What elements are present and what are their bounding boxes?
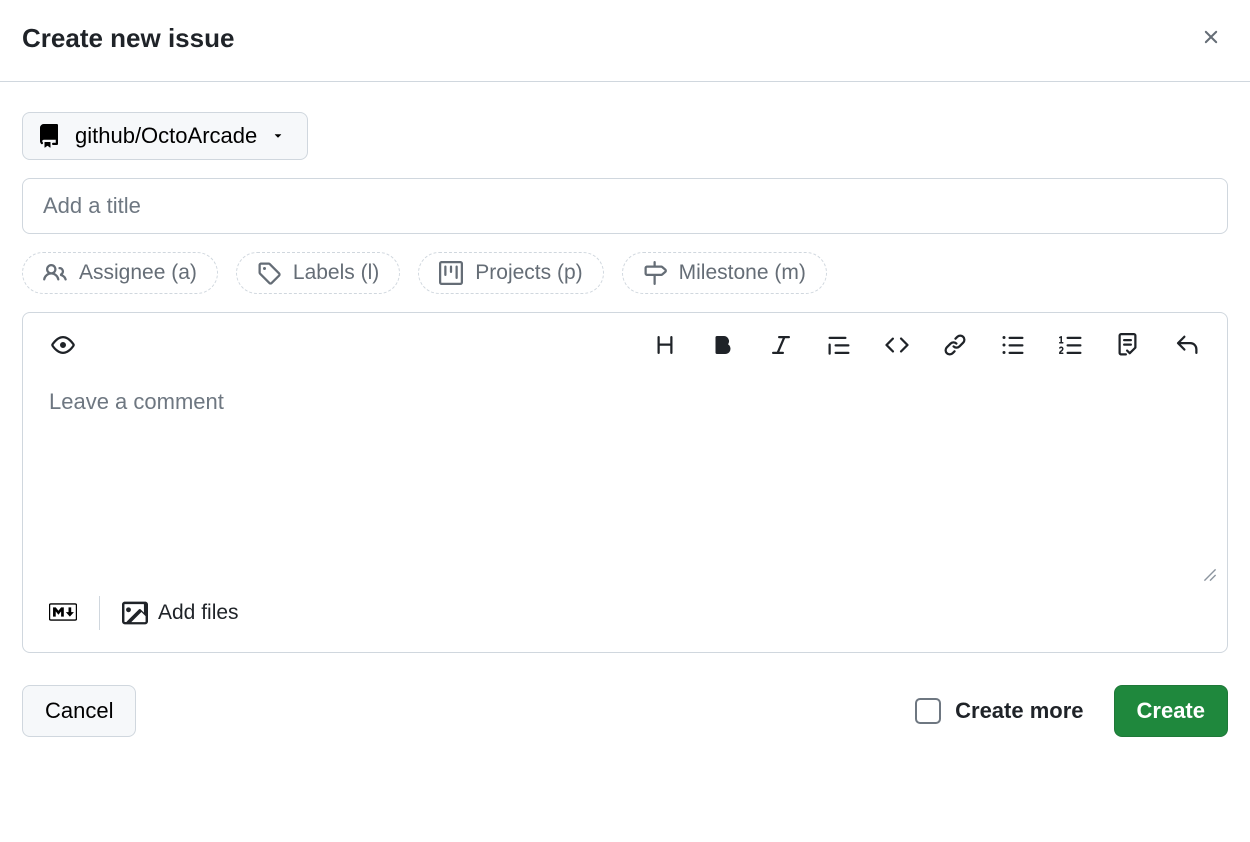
assignee-label: Assignee (a) bbox=[79, 261, 197, 285]
assignee-pill[interactable]: Assignee (a) bbox=[22, 252, 218, 294]
ordered-list-button[interactable] bbox=[1057, 331, 1085, 359]
divider bbox=[99, 596, 100, 630]
metadata-pills: Assignee (a) Labels (l) Projects (p) Mil… bbox=[22, 252, 1228, 294]
quote-icon bbox=[827, 333, 851, 357]
tag-icon bbox=[257, 261, 281, 285]
close-button[interactable] bbox=[1194, 20, 1228, 57]
reply-icon bbox=[1175, 333, 1199, 357]
comment-textarea[interactable] bbox=[23, 373, 1227, 563]
resize-handle[interactable] bbox=[23, 568, 1227, 582]
add-files-label: Add files bbox=[158, 601, 239, 625]
add-files-button[interactable]: Add files bbox=[122, 600, 239, 626]
repo-icon bbox=[37, 124, 61, 148]
link-icon bbox=[943, 333, 967, 357]
quote-button[interactable] bbox=[825, 331, 853, 359]
comment-editor: Add files bbox=[22, 312, 1228, 653]
markdown-help-button[interactable] bbox=[49, 602, 77, 625]
dialog-header: Create new issue bbox=[0, 0, 1250, 82]
resize-icon bbox=[1203, 568, 1217, 582]
markdown-icon bbox=[49, 602, 77, 622]
dialog-title: Create new issue bbox=[22, 23, 234, 54]
projects-pill[interactable]: Projects (p) bbox=[418, 252, 603, 294]
heading-icon bbox=[653, 333, 677, 357]
code-icon bbox=[885, 333, 909, 357]
editor-toolbar bbox=[23, 313, 1227, 373]
cancel-button[interactable]: Cancel bbox=[22, 685, 136, 737]
code-button[interactable] bbox=[883, 331, 911, 359]
task-list-button[interactable] bbox=[1115, 331, 1143, 359]
milestone-pill[interactable]: Milestone (m) bbox=[622, 252, 827, 294]
create-more-checkbox[interactable]: Create more bbox=[915, 698, 1083, 724]
italic-button[interactable] bbox=[767, 331, 795, 359]
project-icon bbox=[439, 261, 463, 285]
projects-label: Projects (p) bbox=[475, 261, 582, 285]
heading-button[interactable] bbox=[651, 331, 679, 359]
repo-selector[interactable]: github/OctoArcade bbox=[22, 112, 308, 160]
list-ordered-icon bbox=[1059, 333, 1083, 357]
bold-button[interactable] bbox=[709, 331, 737, 359]
unordered-list-button[interactable] bbox=[999, 331, 1027, 359]
link-button[interactable] bbox=[941, 331, 969, 359]
checkbox-icon bbox=[915, 698, 941, 724]
preview-button[interactable] bbox=[49, 331, 77, 359]
list-unordered-icon bbox=[1001, 333, 1025, 357]
editor-footer: Add files bbox=[23, 582, 1227, 652]
title-input[interactable] bbox=[22, 178, 1228, 234]
italic-icon bbox=[769, 333, 793, 357]
chevron-down-icon bbox=[271, 129, 285, 143]
close-icon bbox=[1200, 26, 1222, 48]
bold-icon bbox=[711, 333, 735, 357]
labels-pill[interactable]: Labels (l) bbox=[236, 252, 400, 294]
milestone-label: Milestone (m) bbox=[679, 261, 806, 285]
dialog-content: github/OctoArcade Assignee (a) Labels (l… bbox=[0, 82, 1250, 759]
reply-button[interactable] bbox=[1173, 331, 1201, 359]
create-more-label: Create more bbox=[955, 698, 1083, 724]
image-icon bbox=[122, 600, 148, 626]
people-icon bbox=[43, 261, 67, 285]
repo-name: github/OctoArcade bbox=[75, 123, 257, 149]
labels-label: Labels (l) bbox=[293, 261, 379, 285]
eye-icon bbox=[51, 333, 75, 357]
tasklist-icon bbox=[1117, 333, 1141, 357]
milestone-icon bbox=[643, 261, 667, 285]
create-button[interactable]: Create bbox=[1114, 685, 1228, 737]
dialog-actions: Cancel Create more Create bbox=[22, 671, 1228, 737]
